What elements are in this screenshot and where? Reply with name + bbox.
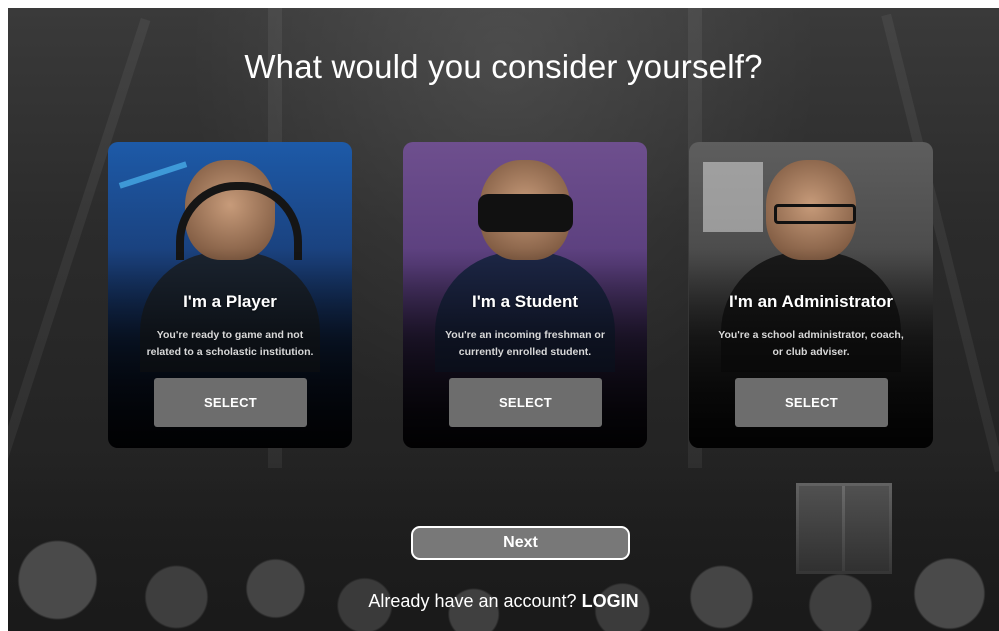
card-description: You're an incoming freshman or currently…	[417, 327, 633, 361]
card-title: I'm a Student	[471, 292, 579, 311]
login-link[interactable]: LOGIN	[582, 591, 639, 611]
card-description-line: or club adviser.	[772, 346, 850, 358]
select-player-button[interactable]: SELECT	[154, 378, 307, 427]
card-description-line: related to a scholastic institution.	[146, 346, 314, 358]
card-description-line: You're ready to game and not	[156, 329, 304, 341]
neon-light-decoration	[118, 161, 188, 189]
select-student-button[interactable]: SELECT	[449, 378, 602, 427]
next-button[interactable]: Next	[411, 526, 630, 560]
card-description: You're ready to game and not related to …	[122, 327, 338, 361]
select-administrator-button[interactable]: SELECT	[735, 378, 888, 427]
login-prompt-text: Already have an account?	[368, 591, 577, 611]
card-description: You're a school administrator, coach, or…	[703, 327, 919, 361]
login-prompt-line: Already have an account? LOGIN	[8, 591, 999, 612]
card-description-line: You're a school administrator, coach,	[718, 329, 904, 341]
role-card-student[interactable]: I'm a Student You're an incoming freshma…	[403, 142, 647, 448]
page-title: What would you consider yourself?	[244, 48, 763, 85]
card-title: I'm an Administrator	[729, 292, 893, 311]
role-card-player[interactable]: I'm a Player You're ready to game and no…	[108, 142, 352, 448]
card-description-line: currently enrolled student.	[458, 346, 592, 358]
vr-headset-icon	[478, 194, 573, 232]
card-description-line: You're an incoming freshman or	[445, 329, 605, 341]
background-stage: What would you consider yourself? I'm a …	[8, 8, 999, 631]
calendar-decoration	[703, 162, 763, 232]
card-title: I'm a Player	[183, 292, 277, 311]
role-card-administrator[interactable]: I'm an Administrator You're a school adm…	[689, 142, 933, 448]
glasses-icon	[774, 204, 856, 224]
